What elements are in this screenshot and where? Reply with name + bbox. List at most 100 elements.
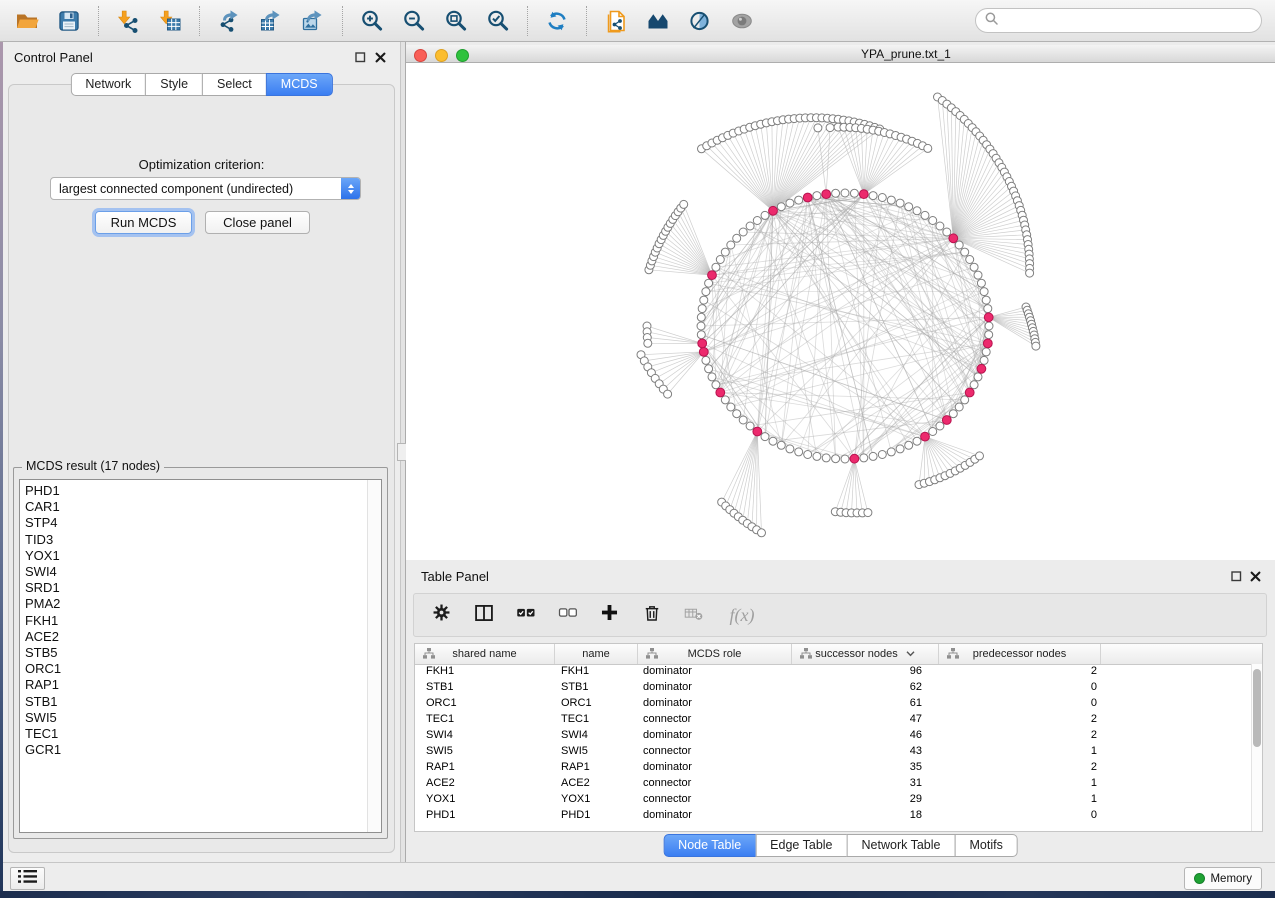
columns-button[interactable] xyxy=(473,603,494,627)
open-button[interactable] xyxy=(11,4,43,38)
mcds-result-item[interactable]: RAP1 xyxy=(20,677,381,693)
table-row[interactable]: ACE2ACE2connector311 xyxy=(415,777,1262,793)
mcds-result-item[interactable]: STB5 xyxy=(20,645,381,661)
search-input[interactable] xyxy=(1004,13,1252,29)
tab-mcds[interactable]: MCDS xyxy=(266,73,333,96)
zoom-out-button[interactable] xyxy=(398,4,430,38)
network-from-file-button[interactable] xyxy=(600,4,632,38)
zoom-in-button[interactable] xyxy=(356,4,388,38)
mcds-result-item[interactable]: TID3 xyxy=(20,532,381,548)
search-neighbors-button[interactable] xyxy=(642,4,674,38)
mcds-result-item[interactable]: CAR1 xyxy=(20,499,381,515)
cell-mcds_role: connector xyxy=(638,777,792,793)
mcds-result-item[interactable]: ACE2 xyxy=(20,629,381,645)
task-history-button[interactable] xyxy=(10,867,45,890)
cell-mcds_role: dominator xyxy=(638,809,792,825)
float-table-panel-icon[interactable] xyxy=(1230,570,1243,583)
close-table-panel-icon[interactable] xyxy=(1249,570,1262,583)
birds-eye-button[interactable] xyxy=(726,4,758,38)
mcds-result-item[interactable]: YOX1 xyxy=(20,548,381,564)
maximize-window-icon[interactable] xyxy=(456,49,469,62)
column-header-filler xyxy=(1101,644,1262,664)
table-row[interactable]: STB1STB1dominator620 xyxy=(415,681,1262,697)
gear-button[interactable] xyxy=(431,603,452,627)
import-table-button[interactable] xyxy=(154,4,186,38)
unselect-all-icon xyxy=(558,603,578,628)
mcds-result-item[interactable]: PMA2 xyxy=(20,596,381,612)
graphics-details-button[interactable] xyxy=(684,4,716,38)
close-panel-button[interactable]: Close panel xyxy=(205,211,310,234)
tab-network[interactable]: Network xyxy=(70,73,146,96)
table-row[interactable]: RAP1RAP1dominator352 xyxy=(415,761,1262,777)
zoom-selected-button[interactable] xyxy=(482,4,514,38)
float-panel-icon[interactable] xyxy=(354,51,367,64)
table-row[interactable]: FKH1FKH1dominator962 xyxy=(415,665,1262,681)
mcds-result-item[interactable]: SWI5 xyxy=(20,710,381,726)
zoom-out-icon xyxy=(402,9,426,33)
minimize-window-icon[interactable] xyxy=(435,49,448,62)
mcds-result-item[interactable]: GCR1 xyxy=(20,742,381,758)
tab-network-table[interactable]: Network Table xyxy=(847,834,956,857)
mcds-result-item[interactable]: SWI4 xyxy=(20,564,381,580)
search-box[interactable] xyxy=(975,8,1262,33)
export-table-button[interactable] xyxy=(255,4,287,38)
table-scrollbar-thumb[interactable] xyxy=(1253,669,1261,747)
network-graph[interactable] xyxy=(406,63,1275,560)
tab-node-table[interactable]: Node Table xyxy=(663,834,756,857)
network-canvas[interactable] xyxy=(406,63,1275,560)
column-header-shared-name[interactable]: shared name xyxy=(415,644,555,664)
tab-edge-table[interactable]: Edge Table xyxy=(755,834,847,857)
mcds-result-item[interactable]: ORC1 xyxy=(20,661,381,677)
table-row[interactable]: TEC1TEC1connector472 xyxy=(415,713,1262,729)
column-header-MCDS-role[interactable]: MCDS role xyxy=(638,644,792,664)
main-toolbar xyxy=(0,0,1275,42)
tab-select[interactable]: Select xyxy=(202,73,267,96)
tab-style[interactable]: Style xyxy=(145,73,203,96)
cell-name: ACE2 xyxy=(555,777,638,793)
table-row[interactable]: PHD1PHD1dominator180 xyxy=(415,809,1262,825)
table-row[interactable]: SWI4SWI4dominator462 xyxy=(415,729,1262,745)
node-table: shared namenameMCDS rolesuccessor nodesp… xyxy=(414,643,1263,832)
export-network-button[interactable] xyxy=(213,4,245,38)
table-row[interactable]: YOX1YOX1connector291 xyxy=(415,793,1262,809)
close-window-icon[interactable] xyxy=(414,49,427,62)
mcds-result-item[interactable]: TEC1 xyxy=(20,726,381,742)
add-icon xyxy=(600,603,619,627)
memory-button[interactable]: Memory xyxy=(1184,867,1262,890)
column-header-name[interactable]: name xyxy=(555,644,638,664)
graphics-details-icon xyxy=(688,9,712,33)
mcds-result-item[interactable]: FKH1 xyxy=(20,613,381,629)
unselect-all-button[interactable] xyxy=(557,603,578,627)
close-panel-icon[interactable] xyxy=(374,51,387,64)
zoom-fit-button[interactable] xyxy=(440,4,472,38)
mcds-list-scrollbar[interactable] xyxy=(367,480,381,832)
select-all-button[interactable] xyxy=(515,603,536,627)
cell-predecessor_nodes: 0 xyxy=(939,681,1101,697)
cell-name: TEC1 xyxy=(555,713,638,729)
export-image-button[interactable] xyxy=(297,4,329,38)
cell-mcds_role: dominator xyxy=(638,729,792,745)
table-row[interactable]: ORC1ORC1dominator610 xyxy=(415,697,1262,713)
tab-motifs[interactable]: Motifs xyxy=(954,834,1017,857)
mcds-result-item[interactable]: STB1 xyxy=(20,694,381,710)
mcds-result-item[interactable]: PHD1 xyxy=(20,483,381,499)
table-scrollbar[interactable] xyxy=(1251,664,1262,831)
refresh-button[interactable] xyxy=(541,4,573,38)
trash-button[interactable] xyxy=(641,603,662,627)
run-mcds-button[interactable]: Run MCDS xyxy=(95,211,192,234)
cell-mcds_role: dominator xyxy=(638,665,792,681)
table-row[interactable]: SWI5SWI5connector431 xyxy=(415,745,1262,761)
add-button[interactable] xyxy=(599,603,620,627)
column-header-successor-nodes[interactable]: successor nodes xyxy=(792,644,939,664)
save-icon xyxy=(57,9,81,33)
toolbar-separator xyxy=(342,6,343,36)
cell-name: STB1 xyxy=(555,681,638,697)
column-header-predecessor-nodes[interactable]: predecessor nodes xyxy=(939,644,1101,664)
search-icon xyxy=(985,12,998,30)
mcds-result-item[interactable]: STP4 xyxy=(20,515,381,531)
optimization-criterion-dropdown[interactable]: largest connected component (undirected) xyxy=(50,177,361,200)
network-window-titlebar[interactable]: YPA_prune.txt_1 xyxy=(406,45,1275,63)
save-button[interactable] xyxy=(53,4,85,38)
import-network-button[interactable] xyxy=(112,4,144,38)
mcds-result-item[interactable]: SRD1 xyxy=(20,580,381,596)
